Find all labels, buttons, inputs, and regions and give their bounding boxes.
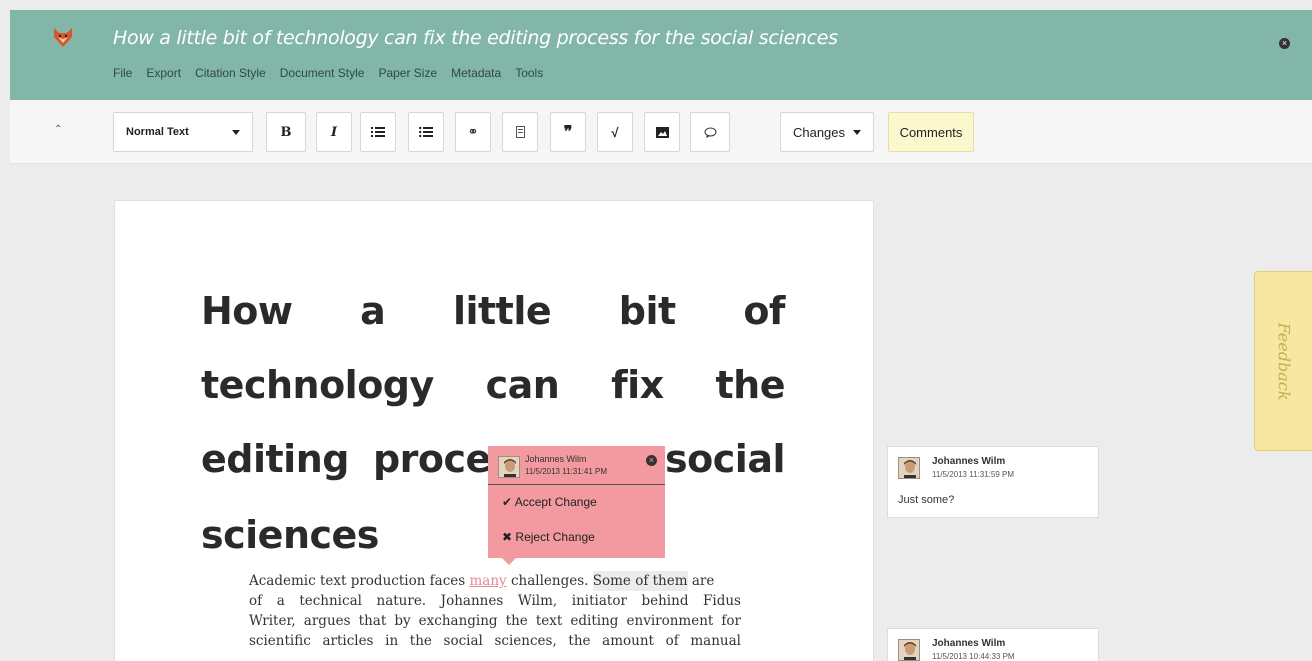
changes-dropdown[interactable]: Changes xyxy=(780,112,874,152)
comment-author: Johannes Wilm xyxy=(932,638,1006,649)
title-word: editing xyxy=(201,437,349,481)
menu-metadata[interactable]: Metadata xyxy=(451,66,501,80)
text-style-value: Normal Text xyxy=(126,126,189,138)
bullet-list-icon xyxy=(419,126,433,138)
quote-button[interactable]: ❞ xyxy=(550,112,586,152)
accept-change-label: Accept Change xyxy=(514,495,597,509)
feedback-label: Feedback xyxy=(1274,322,1293,400)
menu-paper-size[interactable]: Paper Size xyxy=(378,66,437,80)
math-button[interactable]: √ xyxy=(597,112,633,152)
menu-export[interactable]: Export xyxy=(146,66,181,80)
bullet-list-button[interactable] xyxy=(408,112,444,152)
title-word: How xyxy=(201,289,293,333)
close-document-icon[interactable] xyxy=(1279,38,1290,49)
editor-toolbar: ⌃ Normal Text B I ⚭ ❞ √ Changes Comments xyxy=(10,100,1312,164)
title-word: fix xyxy=(611,363,664,407)
comment-button[interactable] xyxy=(690,112,730,152)
title-word: little xyxy=(452,289,552,333)
chevron-down-icon xyxy=(232,129,240,135)
accept-change-button[interactable]: ✔ Accept Change xyxy=(502,495,597,509)
body-line-4: scientific articles in the social scienc… xyxy=(249,633,741,649)
italic-button[interactable]: I xyxy=(316,112,352,152)
collapse-toolbar-icon[interactable]: ⌃ xyxy=(54,124,62,135)
comments-button[interactable]: Comments xyxy=(888,112,974,152)
title-word: of xyxy=(743,289,785,333)
image-button[interactable] xyxy=(644,112,680,152)
commented-text[interactable]: Some of them xyxy=(592,571,688,591)
footnote-icon xyxy=(515,126,525,138)
avatar xyxy=(898,457,920,479)
avatar xyxy=(898,639,920,661)
title-word: the xyxy=(715,363,785,407)
title-word: bit xyxy=(618,289,676,333)
comments-label: Comments xyxy=(899,124,963,140)
title-line-1[interactable]: How a little bit of xyxy=(201,289,785,333)
comment-author: Johannes Wilm xyxy=(932,456,1006,467)
footnote-button[interactable] xyxy=(502,112,538,152)
change-popup: Johannes Wilm 11/5/2013 11:31:41 PM ✔ Ac… xyxy=(488,446,665,565)
comment-card[interactable]: Johannes Wilm 11/5/2013 11:31:59 PM Just… xyxy=(887,446,1099,518)
title-word: technology xyxy=(201,363,434,407)
comment-text: Just some? xyxy=(898,494,955,506)
body-text: challenges. xyxy=(506,573,593,589)
title-word: a xyxy=(360,289,386,333)
document-page[interactable]: How a little bit of technology can fix t… xyxy=(114,200,874,661)
comment-card[interactable]: Johannes Wilm 11/5/2013 10:44:33 PM xyxy=(887,628,1099,661)
title-word: sciences xyxy=(201,513,379,557)
numbered-list-button[interactable] xyxy=(360,112,396,152)
title-word: social xyxy=(665,437,785,481)
change-popup-header: Johannes Wilm 11/5/2013 11:31:41 PM xyxy=(488,446,665,485)
image-icon xyxy=(655,126,669,138)
avatar xyxy=(498,456,520,478)
reject-change-label: Reject Change xyxy=(515,530,595,544)
menu-tools[interactable]: Tools xyxy=(515,66,543,80)
comment-icon xyxy=(704,127,716,138)
menu-citation-style[interactable]: Citation Style xyxy=(195,66,266,80)
math-icon: √ xyxy=(611,124,619,140)
checkmark-icon: ✔ xyxy=(502,495,513,509)
body-text: are xyxy=(687,573,715,589)
chevron-down-icon xyxy=(853,129,862,135)
body-text: Academic text production faces xyxy=(249,573,470,589)
body-paragraph[interactable]: Academic text production faces many chal… xyxy=(249,571,741,651)
title-line-2[interactable]: technology can fix the xyxy=(201,363,785,407)
app-header: How a little bit of technology can fix t… xyxy=(10,10,1312,100)
link-icon: ⚭ xyxy=(467,124,479,139)
bold-icon: B xyxy=(280,124,292,140)
tracked-deletion[interactable]: many xyxy=(470,571,507,591)
body-line-3: Writer, argues that by exchanging the te… xyxy=(249,613,741,629)
fox-logo-icon[interactable] xyxy=(52,26,74,48)
title-word: can xyxy=(485,363,560,407)
document-title[interactable]: How a little bit of technology can fix t… xyxy=(113,27,838,49)
main-menu: File Export Citation Style Document Styl… xyxy=(113,66,543,80)
body-line-1: Academic text production faces many chal… xyxy=(249,571,741,591)
comment-timestamp: 11/5/2013 11:31:59 PM xyxy=(932,470,1014,479)
menu-file[interactable]: File xyxy=(113,66,132,80)
body-line-2: of a technical nature. Johannes Wilm, in… xyxy=(249,593,741,609)
italic-icon: I xyxy=(330,124,338,140)
text-style-select[interactable]: Normal Text xyxy=(113,112,253,152)
quote-icon: ❞ xyxy=(563,124,573,141)
change-timestamp: 11/5/2013 11:31:41 PM xyxy=(525,467,607,476)
menu-document-style[interactable]: Document Style xyxy=(280,66,365,80)
x-mark-icon: ✖ xyxy=(502,530,513,544)
link-button[interactable]: ⚭ xyxy=(455,112,491,152)
reject-change-button[interactable]: ✖ Reject Change xyxy=(502,530,595,544)
bold-button[interactable]: B xyxy=(266,112,306,152)
comment-timestamp: 11/5/2013 10:44:33 PM xyxy=(932,652,1015,661)
close-popup-icon[interactable] xyxy=(646,455,657,466)
feedback-tab[interactable]: Feedback xyxy=(1254,271,1312,451)
change-author: Johannes Wilm xyxy=(525,454,587,464)
numbered-list-icon xyxy=(371,127,385,137)
changes-label: Changes xyxy=(792,124,846,140)
